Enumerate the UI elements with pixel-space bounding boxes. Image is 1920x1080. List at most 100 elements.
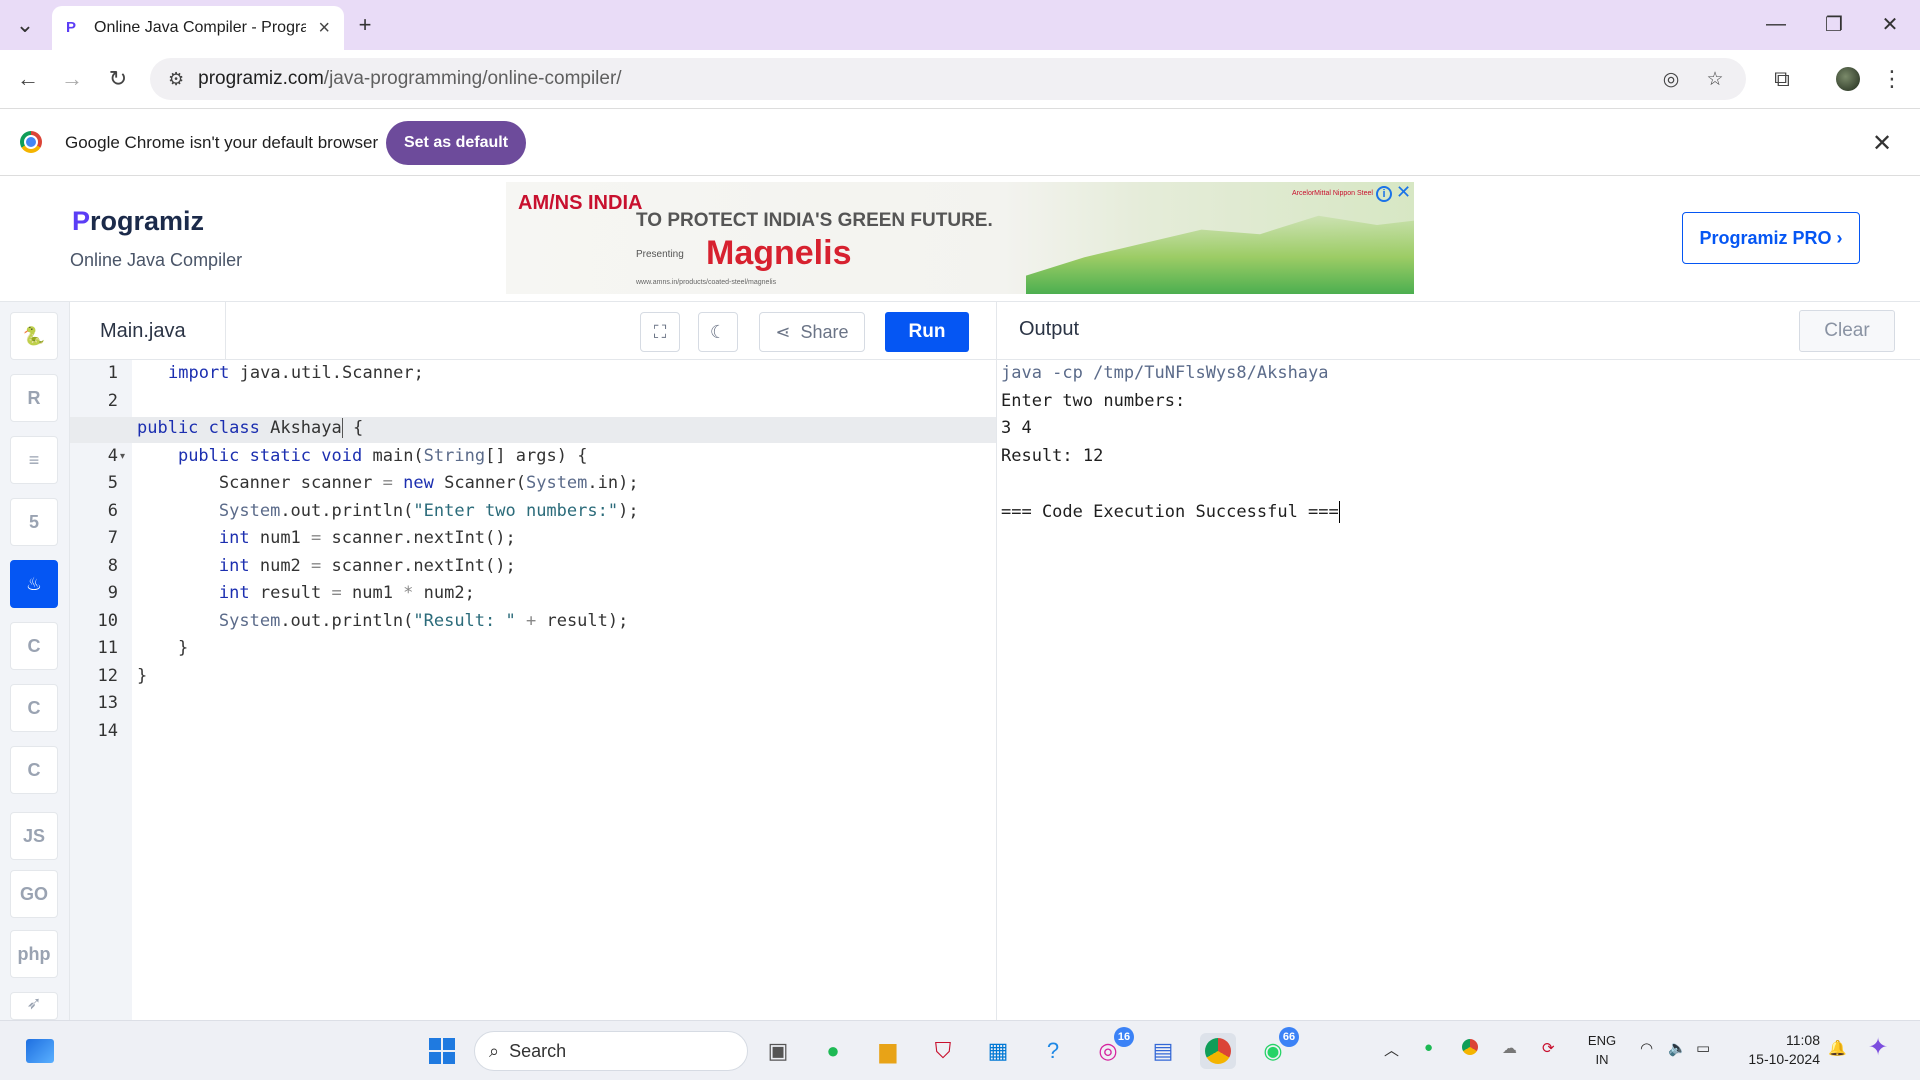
tray-onedrive-icon[interactable]: ☁ xyxy=(1502,1039,1517,1057)
file-tab-main-java[interactable]: Main.java xyxy=(70,302,226,360)
language-sidebar: 🐍 R ≡ 5 ♨ C C C JS GO php ➶ xyxy=(0,302,70,1020)
tab-strip: ⌄ P Online Java Compiler - Programiz × +… xyxy=(0,0,1920,50)
language-line2: IN xyxy=(1595,1052,1609,1067)
output-command-line: java -cp /tmp/TuNFlsWys8/Akshaya xyxy=(1001,363,1329,383)
infobar-close-icon[interactable]: ✕ xyxy=(1872,129,1892,158)
line-number: 4 xyxy=(107,445,118,466)
output-line: 3 4 xyxy=(1001,418,1032,438)
ad-product: Magnelis xyxy=(706,234,852,272)
restore-icon[interactable]: ❐ xyxy=(1814,8,1854,40)
ad-info-icon[interactable]: i xyxy=(1376,186,1392,202)
battery-icon[interactable]: ▭ xyxy=(1696,1039,1710,1057)
reload-icon[interactable]: ↻ xyxy=(102,63,134,95)
chrome-taskbar-icon[interactable] xyxy=(1200,1033,1236,1069)
language-html-icon[interactable]: 5 xyxy=(10,498,58,546)
ad-close-icon[interactable]: ✕ xyxy=(1396,182,1411,203)
code-line-11: } xyxy=(137,638,189,658)
programiz-logo[interactable]: Programiz xyxy=(72,206,204,237)
help-icon[interactable]: ? xyxy=(1035,1033,1071,1069)
language-php-icon[interactable]: php xyxy=(10,930,58,978)
fullscreen-icon[interactable]: ⛶ xyxy=(640,312,680,352)
clock-time: 11:08 xyxy=(1786,1032,1820,1048)
copilot-icon[interactable]: ✦ xyxy=(1868,1033,1888,1062)
line-number: 5 xyxy=(107,473,118,493)
language-js-icon[interactable]: JS xyxy=(10,812,58,860)
wifi-icon[interactable]: ◠ xyxy=(1640,1039,1653,1057)
language-r-icon[interactable]: R xyxy=(10,374,58,422)
start-windows-icon[interactable] xyxy=(424,1033,460,1069)
programiz-pro-button[interactable]: Programiz PRO › xyxy=(1682,212,1860,264)
code-line-9: int result = num1 * num2; xyxy=(218,583,475,603)
output-line: === Code Execution Successful === xyxy=(1001,500,1340,523)
share-button[interactable]: ⋖ Share xyxy=(759,312,865,352)
language-sql-icon[interactable]: ≡ xyxy=(10,436,58,484)
output-title: Output xyxy=(1019,318,1080,340)
microsoft-store-icon[interactable]: ▦ xyxy=(980,1033,1016,1069)
fold-chevron-icon[interactable]: ▾ xyxy=(120,451,125,462)
chrome-logo-icon xyxy=(20,131,42,153)
minimize-icon[interactable]: — xyxy=(1756,8,1796,40)
language-csharp-icon[interactable]: C xyxy=(10,746,58,794)
infobar-text: Google Chrome isn't your default browser xyxy=(65,133,379,152)
output-console[interactable]: java -cp /tmp/TuNFlsWys8/Akshaya Enter tw… xyxy=(996,360,1920,1020)
language-python-icon[interactable]: 🐍 xyxy=(10,312,58,360)
tray-spotify-icon[interactable]: ● xyxy=(1424,1039,1433,1056)
extensions-puzzle-icon[interactable]: ⧉ xyxy=(1766,63,1798,95)
site-header: Programiz Online Java Compiler AM/NS IND… xyxy=(0,176,1920,302)
language-c-icon[interactable]: C xyxy=(10,622,58,670)
eye-off-icon[interactable]: ◎ xyxy=(1658,66,1684,92)
clear-button[interactable]: Clear xyxy=(1799,310,1895,352)
line-number: 12 xyxy=(97,665,118,686)
text-cursor xyxy=(1338,500,1340,523)
tab-search-chevron-icon[interactable]: ⌄ xyxy=(10,10,40,40)
dark-mode-moon-icon[interactable]: ☾ xyxy=(698,312,738,352)
line-number: 10 xyxy=(97,610,118,631)
back-arrow-icon[interactable]: ← xyxy=(12,63,44,95)
whatsapp-icon[interactable]: ◉ 66 xyxy=(1255,1027,1299,1069)
run-button[interactable]: Run xyxy=(885,312,969,352)
mcafee-icon[interactable]: ⛉ xyxy=(925,1033,961,1069)
advertisement-banner[interactable]: AM/NS INDIA TO PROTECT INDIA'S GREEN FUT… xyxy=(506,182,1414,294)
ad-headline: TO PROTECT INDIA'S GREEN FUTURE. xyxy=(636,210,993,231)
browser-tab[interactable]: P Online Java Compiler - Programiz × xyxy=(52,6,344,50)
editor-toolbar: Main.java ⛶ ☾ ⋖ Share Run xyxy=(70,302,996,360)
code-line-4: public static void main(String[] args) { xyxy=(177,446,588,466)
code-line-5: Scanner scanner = new Scanner(System.in)… xyxy=(137,473,639,493)
share-icon: ⋖ xyxy=(775,321,791,342)
system-clock[interactable]: 11:08 15-10-2024 xyxy=(1740,1031,1820,1069)
taskbar-search[interactable]: ⌕ Search xyxy=(474,1031,748,1071)
widgets-icon[interactable] xyxy=(22,1033,58,1069)
tab-close-icon[interactable]: × xyxy=(318,17,330,40)
notification-bell-icon[interactable]: 🔔 xyxy=(1828,1039,1847,1057)
ad-landscape-illustration xyxy=(1026,215,1414,294)
bookmark-star-icon[interactable]: ☆ xyxy=(1702,66,1728,92)
set-as-default-button[interactable]: Set as default xyxy=(386,121,526,165)
language-java-icon[interactable]: ♨ xyxy=(10,560,58,608)
profile-avatar[interactable] xyxy=(1832,63,1864,95)
language-indicator[interactable]: ENG IN xyxy=(1582,1031,1622,1069)
spotify-icon[interactable]: ● xyxy=(815,1033,851,1069)
volume-icon[interactable]: 🔈 xyxy=(1668,1039,1687,1057)
google-docs-icon[interactable]: ▤ xyxy=(1145,1033,1181,1069)
tray-sync-icon[interactable]: ⟳ xyxy=(1542,1039,1555,1057)
search-placeholder: Search xyxy=(509,1040,567,1061)
address-bar[interactable]: ⚙ programiz.com/java-programming/online-… xyxy=(150,58,1746,100)
line-number: 2 xyxy=(107,390,118,411)
file-explorer-icon[interactable]: ▆ xyxy=(870,1033,906,1069)
site-info-icon[interactable]: ⚙ xyxy=(168,69,184,90)
language-go-icon[interactable]: GO xyxy=(10,870,58,918)
url-path: /java-programming/online-compiler/ xyxy=(323,68,622,89)
language-swift-icon[interactable]: ➶ xyxy=(10,992,58,1020)
share-label: Share xyxy=(800,321,849,342)
tray-chrome-icon[interactable] xyxy=(1462,1039,1478,1059)
tray-overflow-chevron-icon[interactable]: ︿ xyxy=(1384,1039,1399,1060)
code-line-12: } xyxy=(137,666,148,686)
window-close-icon[interactable]: ✕ xyxy=(1870,8,1910,40)
instagram-icon[interactable]: ◎ 16 xyxy=(1090,1027,1134,1069)
new-tab-plus-icon[interactable]: + xyxy=(350,10,380,40)
line-number: 8 xyxy=(107,555,118,576)
forward-arrow-icon[interactable]: → xyxy=(56,63,88,95)
chrome-menu-icon[interactable]: ⋮ xyxy=(1876,63,1908,95)
language-cpp-icon[interactable]: C xyxy=(10,684,58,732)
task-view-icon[interactable]: ▣ xyxy=(760,1033,796,1069)
